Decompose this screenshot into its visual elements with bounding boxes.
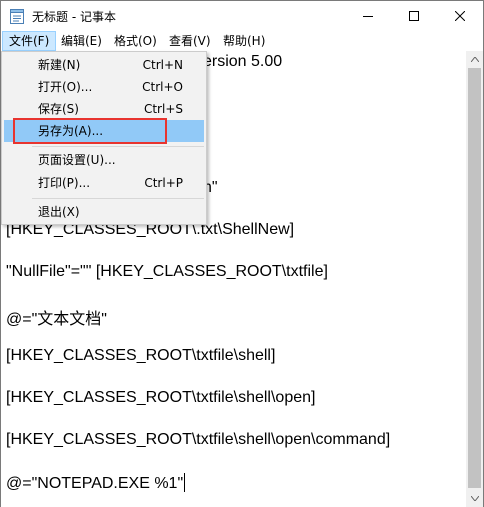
minimize-icon (363, 16, 373, 17)
close-button[interactable] (437, 1, 483, 31)
menu-separator (32, 146, 204, 147)
title-bar[interactable]: 无标题 - 记事本 (1, 1, 483, 31)
maximize-button[interactable] (391, 1, 437, 31)
text-line: [HKEY_CLASSES_ROOT\txtfile\shell\open\co… (6, 431, 391, 448)
scroll-thumb[interactable] (468, 68, 481, 488)
menu-item-exit[interactable]: 退出(X) (4, 201, 204, 223)
text-line: [HKEY_CLASSES_ROOT\txtfile\shell] (6, 347, 276, 364)
text-fragment: ersion 5.00 (203, 53, 283, 70)
text-line: [HKEY_CLASSES_ROOT\txtfile\shell\open] (6, 389, 316, 406)
menu-separator (32, 198, 204, 199)
last-line-text: @="NOTEPAD.EXE %1" (6, 475, 184, 492)
window-title: 无标题 - 记事本 (32, 10, 116, 24)
menu-item-label: 新建(N) (38, 58, 81, 72)
chevron-up-icon (470, 57, 479, 62)
menu-item-label: 页面设置(U)... (38, 153, 116, 167)
minimize-button[interactable] (345, 1, 391, 31)
text-line-last: @="NOTEPAD.EXE %1" (6, 473, 186, 493)
menu-bar: 文件(F) 编辑(E) 格式(O) 查看(V) 帮助(H) (1, 31, 483, 51)
menu-item-shortcut: Ctrl+P (144, 176, 183, 190)
menu-format[interactable]: 格式(O) (108, 31, 163, 51)
menu-item-label: 打印(P)... (38, 176, 91, 190)
text-line: "NullFile"="" [HKEY_CLASSES_ROOT\txtfile… (6, 263, 328, 280)
menu-item-shortcut: Ctrl+S (143, 102, 183, 116)
menu-item-label: 打开(O)... (38, 80, 93, 94)
menu-file[interactable]: 文件(F) (2, 31, 57, 51)
menu-item-print[interactable]: 打印(P)... Ctrl+P (4, 172, 204, 194)
menu-view[interactable]: 查看(V) (163, 31, 217, 51)
scroll-down-button[interactable] (466, 490, 483, 507)
menu-item-save[interactable]: 保存(S) Ctrl+S (4, 98, 204, 120)
notepad-window: 无标题 - 记事本 文件(F) 编辑(E) 格式(O) 查看(V) 帮助(H) … (0, 0, 484, 507)
menu-item-label: 保存(S) (38, 102, 79, 116)
menu-item-shortcut: Ctrl+O (142, 80, 183, 94)
maximize-icon (409, 11, 419, 21)
menu-item-label: 退出(X) (38, 205, 80, 219)
close-icon (455, 11, 465, 21)
vertical-scrollbar[interactable] (466, 51, 483, 507)
text-caret (184, 473, 186, 492)
menu-item-new[interactable]: 新建(N) Ctrl+N (4, 54, 204, 76)
chevron-down-icon (470, 496, 479, 501)
annotation-highlight-box (13, 118, 167, 144)
notepad-icon (10, 8, 24, 24)
scroll-up-button[interactable] (466, 51, 483, 68)
text-line: @="文本文档" (6, 311, 107, 328)
menu-item-shortcut: Ctrl+N (142, 58, 183, 72)
menu-edit[interactable]: 编辑(E) (55, 31, 108, 51)
menu-item-open[interactable]: 打开(O)... Ctrl+O (4, 76, 204, 98)
menu-item-page-setup[interactable]: 页面设置(U)... (4, 149, 204, 171)
menu-help[interactable]: 帮助(H) (217, 31, 271, 51)
